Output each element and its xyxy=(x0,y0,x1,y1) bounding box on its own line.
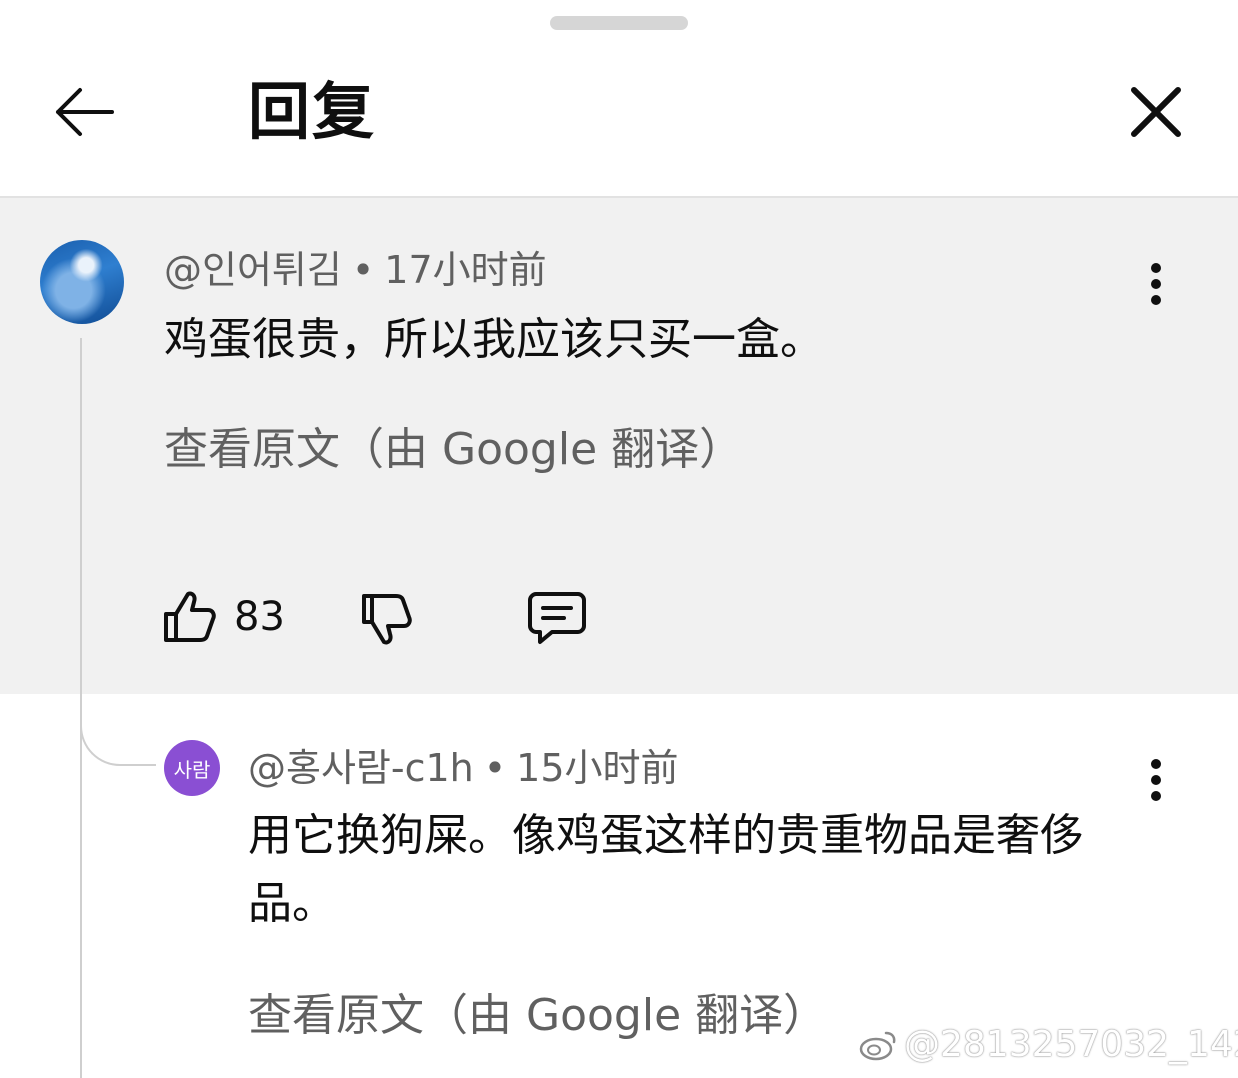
more-vertical-icon xyxy=(1151,759,1161,769)
avatar[interactable]: 사람 xyxy=(164,740,220,796)
avatar-text: 사람 xyxy=(173,757,211,782)
more-options-button[interactable] xyxy=(1136,254,1176,314)
more-vertical-icon xyxy=(1151,263,1161,273)
comment-time: 17小时前 xyxy=(384,248,547,292)
header: 回复 xyxy=(0,40,1238,196)
reply-sheet: 回复 @인어튀김 • 17小时前 鸡蛋很贵，所以我应该只买一盒。 查看原文（由 Go… xyxy=(0,0,1238,1078)
dislike-button[interactable] xyxy=(356,582,414,652)
reply-more-options-button[interactable] xyxy=(1136,750,1176,810)
avatar[interactable] xyxy=(40,240,124,324)
like-button[interactable]: 83 xyxy=(160,582,285,652)
arrow-left-icon xyxy=(56,88,114,136)
thumbs-up-icon xyxy=(164,591,216,642)
watermark: @2813257032_142 xyxy=(858,1024,1238,1065)
reply-view-original-link[interactable]: 查看原文（由 Google 翻译） xyxy=(248,986,827,1046)
reply-text: 用它换狗屎。像鸡蛋这样的贵重物品是奢侈品。 xyxy=(248,810,1084,929)
reply-button[interactable] xyxy=(526,582,588,652)
drag-handle[interactable] xyxy=(550,16,688,30)
close-icon xyxy=(1131,87,1181,137)
close-button[interactable] xyxy=(1116,72,1196,152)
reply-comment-icon xyxy=(528,592,586,644)
reply-author[interactable]: @홍사람-c1h xyxy=(248,746,474,790)
page-title: 回复 xyxy=(248,75,377,148)
thread-connector xyxy=(80,690,156,766)
like-count: 83 xyxy=(234,594,285,640)
comment-author[interactable]: @인어튀김 xyxy=(164,248,342,292)
watermark-text: @2813257032_142 xyxy=(904,1024,1238,1065)
thumbs-down-icon xyxy=(362,594,412,645)
reply-meta: @홍사람-c1h • 15小时前 xyxy=(248,746,679,790)
comment-text: 鸡蛋很贵，所以我应该只买一盒。 xyxy=(164,314,824,365)
comment-meta: @인어튀김 • 17小时前 xyxy=(164,248,547,292)
weibo-logo-icon xyxy=(859,1031,896,1060)
back-button[interactable] xyxy=(44,72,124,152)
reply-time: 15小时前 xyxy=(516,746,679,790)
view-original-link[interactable]: 查看原文（由 Google 翻译） xyxy=(164,420,743,480)
